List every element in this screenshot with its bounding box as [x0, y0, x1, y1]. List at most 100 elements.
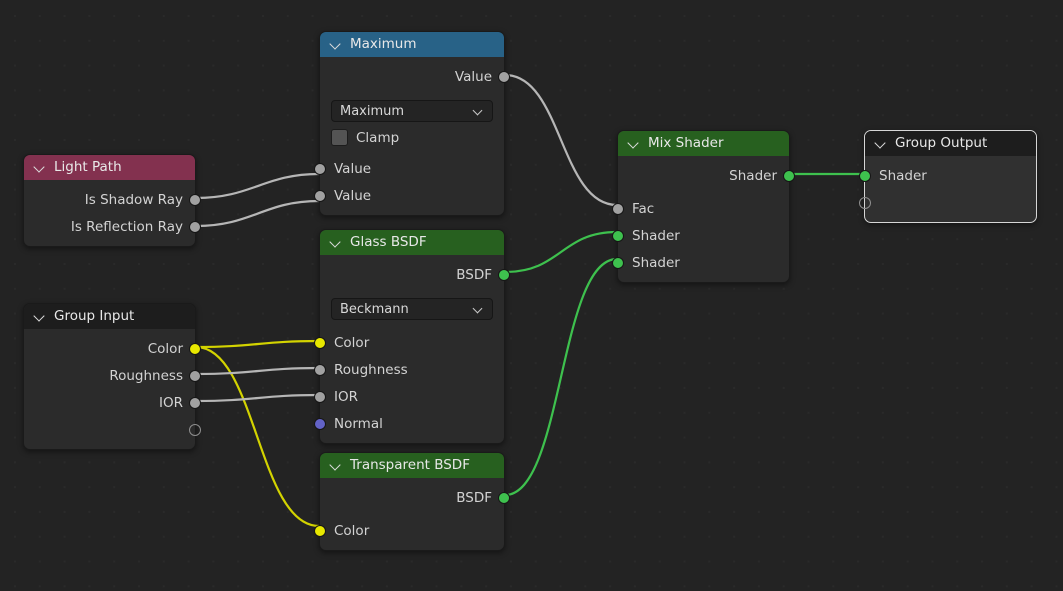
node-editor-canvas[interactable]: Light Path Is Shadow Ray Is Reflection R…: [0, 0, 1063, 591]
socket-row-mix-shader-1[interactable]: Shader: [618, 222, 789, 249]
glass-distribution-dropdown-wrap: Beckmann: [320, 294, 504, 323]
node-group-output-header[interactable]: Group Output: [865, 131, 1036, 156]
output-socket-glass-bsdf[interactable]: [498, 269, 510, 281]
node-transparent-bsdf[interactable]: Transparent BSDF BSDF Color: [319, 452, 505, 551]
socket-row-group-input-ior[interactable]: IOR: [24, 389, 195, 416]
socket-label-mix-shader-1: Shader: [632, 228, 680, 244]
link-transparent-bsdf-to-mix-shader2: [505, 259, 617, 495]
node-maximum-header[interactable]: Maximum: [320, 32, 504, 57]
output-socket-is-reflection-ray[interactable]: [189, 221, 201, 233]
link-lightpath-shadow-to-max-value1: [196, 174, 319, 198]
node-glass-bsdf-title: Glass BSDF: [350, 236, 427, 250]
input-socket-group-output-new[interactable]: [859, 197, 871, 209]
node-group-input-body: Color Roughness IOR: [24, 329, 195, 449]
socket-row-transparent-color[interactable]: Color: [320, 517, 504, 544]
socket-label-glass-roughness: Roughness: [334, 362, 408, 378]
node-group-input[interactable]: Group Input Color Roughness IOR: [23, 303, 196, 450]
chevron-down-icon[interactable]: [330, 236, 343, 249]
socket-row-mix-shader-2[interactable]: Shader: [618, 249, 789, 276]
chevron-down-icon[interactable]: [875, 137, 888, 150]
socket-row-mix-fac[interactable]: Fac: [618, 195, 789, 222]
socket-row-group-output-new[interactable]: [865, 189, 1036, 216]
socket-row-group-input-roughness[interactable]: Roughness: [24, 362, 195, 389]
socket-label-glass-normal: Normal: [334, 416, 383, 432]
input-socket-maximum-value-2[interactable]: [314, 190, 326, 202]
spacer: [24, 240, 195, 246]
socket-label-transparent-color: Color: [334, 523, 369, 539]
node-group-input-header[interactable]: Group Input: [24, 304, 195, 329]
node-links-layer: [0, 0, 1063, 591]
chevron-down-icon[interactable]: [628, 137, 641, 150]
socket-row-glass-color[interactable]: Color: [320, 329, 504, 356]
socket-row-glass-ior[interactable]: IOR: [320, 383, 504, 410]
maximum-clamp-checkbox[interactable]: [331, 129, 348, 146]
maximum-clamp-checkbox-row[interactable]: Clamp: [320, 125, 504, 149]
node-transparent-bsdf-title: Transparent BSDF: [350, 459, 470, 473]
maximum-operation-dropdown[interactable]: Maximum: [331, 100, 493, 122]
socket-label-glass-bsdf-out: BSDF: [456, 267, 492, 283]
chevron-down-icon[interactable]: [34, 310, 47, 323]
socket-row-glass-roughness[interactable]: Roughness: [320, 356, 504, 383]
node-light-path-header[interactable]: Light Path: [24, 155, 195, 180]
socket-label-mix-shader-2: Shader: [632, 255, 680, 271]
socket-row-glass-bsdf-out[interactable]: BSDF: [320, 261, 504, 288]
socket-row-transparent-bsdf-out[interactable]: BSDF: [320, 484, 504, 511]
output-socket-transparent-bsdf[interactable]: [498, 492, 510, 504]
node-light-path[interactable]: Light Path Is Shadow Ray Is Reflection R…: [23, 154, 196, 247]
input-socket-glass-normal[interactable]: [314, 418, 326, 430]
spacer: [618, 276, 789, 282]
node-mix-shader-title: Mix Shader: [648, 137, 724, 151]
node-transparent-bsdf-header[interactable]: Transparent BSDF: [320, 453, 504, 478]
output-socket-group-input-new[interactable]: [189, 424, 201, 436]
input-socket-mix-shader-2[interactable]: [612, 257, 624, 269]
output-socket-maximum-value[interactable]: [498, 71, 510, 83]
node-light-path-title: Light Path: [54, 161, 122, 175]
node-glass-bsdf-header[interactable]: Glass BSDF: [320, 230, 504, 255]
input-socket-glass-roughness[interactable]: [314, 364, 326, 376]
node-mix-shader[interactable]: Mix Shader Shader Fac Shader Shader: [617, 130, 790, 283]
input-socket-glass-ior[interactable]: [314, 391, 326, 403]
chevron-down-icon[interactable]: [330, 38, 343, 51]
socket-row-group-output-shader[interactable]: Shader: [865, 162, 1036, 189]
node-light-path-body: Is Shadow Ray Is Reflection Ray: [24, 180, 195, 246]
node-group-output[interactable]: Group Output Shader: [864, 130, 1037, 223]
input-socket-maximum-value-1[interactable]: [314, 163, 326, 175]
socket-label-maximum-value-in-2: Value: [334, 188, 371, 204]
input-socket-glass-color[interactable]: [314, 337, 326, 349]
link-glass-bsdf-to-mix-shader1: [505, 232, 617, 272]
socket-label-group-output-shader: Shader: [879, 168, 927, 184]
node-glass-bsdf[interactable]: Glass BSDF BSDF Beckmann Color: [319, 229, 505, 444]
input-socket-mix-fac[interactable]: [612, 203, 624, 215]
socket-label-is-reflection-ray: Is Reflection Ray: [71, 219, 183, 235]
socket-row-group-input-color[interactable]: Color: [24, 335, 195, 362]
output-socket-group-input-ior[interactable]: [189, 397, 201, 409]
glass-distribution-dropdown[interactable]: Beckmann: [331, 298, 493, 320]
socket-row-group-input-new[interactable]: [24, 416, 195, 443]
node-group-output-body: Shader: [865, 156, 1036, 222]
output-socket-group-input-color[interactable]: [189, 343, 201, 355]
output-socket-mix-shader[interactable]: [783, 170, 795, 182]
node-mix-shader-header[interactable]: Mix Shader: [618, 131, 789, 156]
socket-label-mix-fac: Fac: [632, 201, 654, 217]
node-maximum[interactable]: Maximum Value Maximum Clamp Va: [319, 31, 505, 216]
socket-row-maximum-value-out[interactable]: Value: [320, 63, 504, 90]
socket-row-is-reflection-ray[interactable]: Is Reflection Ray: [24, 213, 195, 240]
input-socket-group-output-shader[interactable]: [859, 170, 871, 182]
maximum-operation-value: Maximum: [340, 104, 404, 119]
output-socket-is-shadow-ray[interactable]: [189, 194, 201, 206]
socket-row-maximum-value-in-1[interactable]: Value: [320, 155, 504, 182]
socket-row-is-shadow-ray[interactable]: Is Shadow Ray: [24, 186, 195, 213]
spacer: [865, 216, 1036, 222]
chevron-down-icon[interactable]: [34, 161, 47, 174]
chevron-down-icon[interactable]: [330, 459, 343, 472]
spacer: [320, 437, 504, 443]
output-socket-group-input-roughness[interactable]: [189, 370, 201, 382]
socket-row-glass-normal[interactable]: Normal: [320, 410, 504, 437]
socket-label-is-shadow-ray: Is Shadow Ray: [85, 192, 183, 208]
input-socket-mix-shader-1[interactable]: [612, 230, 624, 242]
socket-row-maximum-value-in-2[interactable]: Value: [320, 182, 504, 209]
input-socket-transparent-color[interactable]: [314, 525, 326, 537]
link-max-value-to-mix-fac: [505, 75, 617, 205]
node-maximum-body: Value Maximum Clamp Value Value: [320, 57, 504, 215]
socket-row-mix-shader-out[interactable]: Shader: [618, 162, 789, 189]
